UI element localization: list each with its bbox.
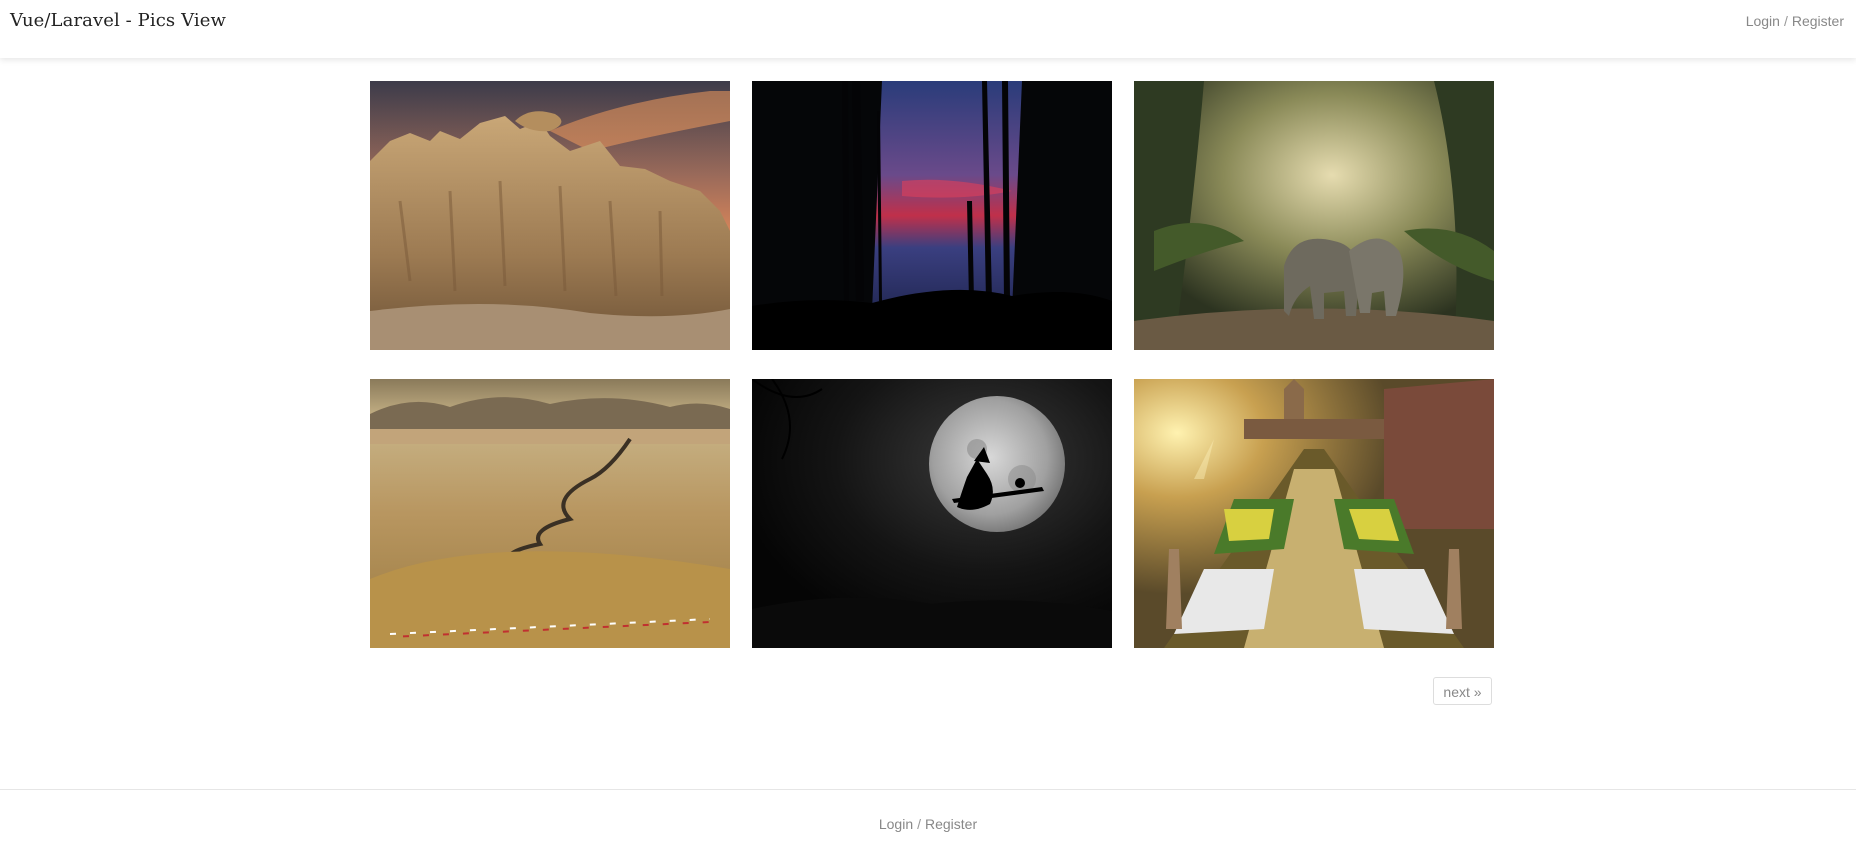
header-login-link[interactable]: Login [1746,13,1780,29]
footer-auth-links: Login / Register [0,816,1856,832]
gallery-image-rock-formation[interactable] [370,81,730,350]
gallery-image-dark-forest[interactable] [752,81,1112,350]
desert-road-image [370,379,730,648]
gallery-image-witch-moon[interactable] [752,379,1112,648]
header-register-link[interactable]: Register [1792,13,1844,29]
header-auth-separator: / [1783,13,1788,29]
gallery-image-castle-garden[interactable] [1134,379,1494,648]
gallery-image-elephants[interactable] [1134,81,1494,350]
witch-moon-image [752,379,1112,648]
header-auth-links: Login / Register [1746,13,1844,29]
brand-title[interactable]: Vue/Laravel - Pics View [10,10,226,31]
dark-forest-image [752,81,1112,350]
footer-auth-separator: / [917,816,921,832]
castle-garden-image [1134,379,1494,648]
next-page-button[interactable]: next » [1433,677,1492,705]
gallery-image-desert-road[interactable] [370,379,730,648]
elephants-image [1134,81,1494,350]
navbar: Vue/Laravel - Pics View Login / Register [0,0,1856,58]
footer-register-link[interactable]: Register [925,816,977,832]
footer-login-link[interactable]: Login [879,816,913,832]
rock-formation-image [370,81,730,350]
footer-divider [0,789,1856,790]
